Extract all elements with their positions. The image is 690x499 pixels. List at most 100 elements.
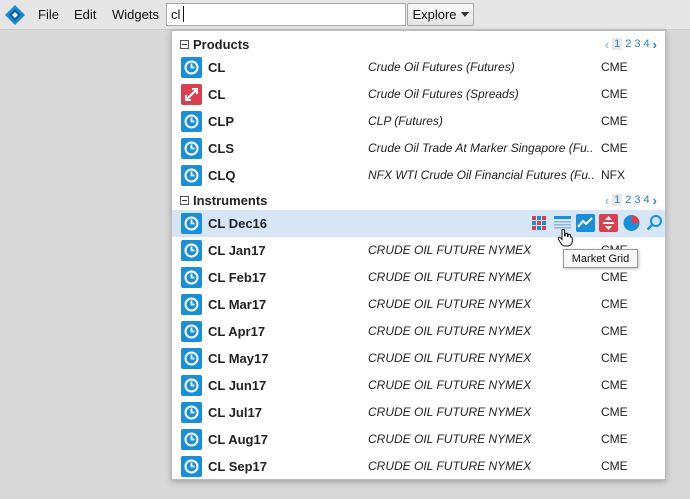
product-row[interactable]: CLQ NFX WTI Crude Oil Financial Futures (… (172, 162, 665, 189)
product-description: NFX WTI Crude Oil Financial Futures (Fu.… (368, 168, 594, 182)
instrument-row[interactable]: CL Aug17 CRUDE OIL FUTURE NYMEX CME (172, 426, 665, 453)
instrument-symbol: CL Dec16 (208, 216, 268, 231)
pager-page[interactable]: 2 (625, 194, 631, 206)
product-symbol: CL (208, 87, 226, 102)
product-description: Crude Oil Trade At Marker Singapore (Fu.… (368, 141, 594, 155)
instrument-symbol: CL Mar17 (208, 297, 267, 312)
futures-icon (181, 111, 202, 132)
collapse-instruments-icon[interactable] (180, 195, 189, 205)
app-logo-icon[interactable] (5, 5, 25, 25)
instrument-description: CRUDE OIL FUTURE NYMEX (368, 297, 532, 311)
products-header: Products ‹ 1 2 3 4 › (172, 32, 665, 56)
instrument-row[interactable]: CL Feb17 CRUDE OIL FUTURE NYMEX CME (172, 264, 665, 291)
instrument-symbol: CL Sep17 (208, 459, 268, 474)
product-exchange: CME (601, 60, 628, 74)
instrument-exchange: CME (601, 297, 628, 311)
product-symbol: CL (208, 60, 226, 75)
pager-prev-icon[interactable]: ‹ (605, 37, 609, 52)
futures-icon (181, 375, 202, 396)
product-description: CLP (Futures) (368, 114, 443, 128)
spread-matrix-icon[interactable] (599, 214, 618, 232)
futures-icon (181, 321, 202, 342)
price-ladder-icon[interactable] (530, 214, 549, 232)
pager-page[interactable]: 4 (644, 38, 650, 50)
menu-widgets[interactable]: Widgets (112, 7, 159, 22)
spread-icon (181, 84, 202, 105)
product-row[interactable]: CLS Crude Oil Trade At Marker Singapore (… (172, 135, 665, 162)
product-row[interactable]: CLP CLP (Futures) CME (172, 108, 665, 135)
instrument-exchange: CME (601, 351, 628, 365)
product-description: Crude Oil Futures (Futures) (368, 60, 515, 74)
search-input[interactable] (166, 3, 406, 26)
pie-chart-icon[interactable] (622, 214, 641, 232)
product-exchange: CME (601, 141, 628, 155)
search-icon[interactable] (645, 214, 664, 232)
product-symbol: CLP (208, 114, 234, 129)
pager-page[interactable]: 3 (634, 194, 640, 206)
instrument-description: CRUDE OIL FUTURE NYMEX (368, 351, 532, 365)
pager-page[interactable]: 4 (644, 194, 650, 206)
product-description: Crude Oil Futures (Spreads) (368, 87, 519, 101)
product-exchange: CME (601, 114, 628, 128)
instrument-exchange: CME (601, 270, 628, 284)
instrument-description: CRUDE OIL FUTURE NYMEX (368, 378, 532, 392)
hand-cursor-icon (557, 229, 573, 247)
futures-icon (181, 429, 202, 450)
instruments-header: Instruments ‹ 1 2 3 4 › (172, 188, 665, 212)
instrument-row[interactable]: CL May17 CRUDE OIL FUTURE NYMEX CME (172, 345, 665, 372)
instrument-description: CRUDE OIL FUTURE NYMEX (368, 405, 532, 419)
instrument-exchange: CME (601, 405, 628, 419)
pager-prev-icon[interactable]: ‹ (605, 193, 609, 208)
instruments-title: Instruments (193, 192, 268, 208)
instrument-row-selected[interactable]: CL Dec16 (172, 210, 665, 237)
instrument-description: CRUDE OIL FUTURE NYMEX (368, 270, 532, 284)
futures-icon (181, 402, 202, 423)
menu-edit[interactable]: Edit (74, 7, 96, 22)
instrument-symbol: CL Apr17 (208, 324, 266, 339)
pager-page[interactable]: 3 (634, 38, 640, 50)
instruments-pager: ‹ 1 2 3 4 › (605, 193, 657, 208)
instrument-exchange: CME (601, 432, 628, 446)
product-exchange: CME (601, 87, 628, 101)
explore-label: Explore (412, 7, 457, 22)
instrument-symbol: CL Jun17 (208, 378, 267, 393)
menu-file[interactable]: File (38, 7, 59, 22)
chart-icon[interactable] (576, 214, 595, 232)
futures-icon (181, 456, 202, 477)
instrument-symbol: CL Jul17 (208, 405, 262, 420)
pager-next-icon[interactable]: › (653, 193, 657, 208)
instrument-description: CRUDE OIL FUTURE NYMEX (368, 432, 532, 446)
row-actions (530, 214, 664, 232)
instrument-row[interactable]: CL Jul17 CRUDE OIL FUTURE NYMEX CME (172, 399, 665, 426)
instrument-row[interactable]: CL Jun17 CRUDE OIL FUTURE NYMEX CME (172, 372, 665, 399)
instrument-exchange: CME (601, 378, 628, 392)
pager-page[interactable]: 1 (612, 38, 623, 50)
pager-page[interactable]: 1 (612, 194, 623, 206)
product-row[interactable]: CL Crude Oil Futures (Spreads) CME (172, 81, 665, 108)
instrument-symbol: CL Jan17 (208, 243, 266, 258)
top-toolbar: File Edit Widgets Explore (0, 0, 690, 30)
product-symbol: CLS (208, 141, 234, 156)
futures-icon (181, 165, 202, 186)
instrument-row[interactable]: CL Apr17 CRUDE OIL FUTURE NYMEX CME (172, 318, 665, 345)
instrument-row[interactable]: CL Sep17 CRUDE OIL FUTURE NYMEX CME (172, 453, 665, 480)
instrument-symbol: CL May17 (208, 351, 269, 366)
instrument-row[interactable]: CL Mar17 CRUDE OIL FUTURE NYMEX CME (172, 291, 665, 318)
explore-button[interactable]: Explore (407, 3, 474, 26)
futures-icon (181, 267, 202, 288)
instrument-symbol: CL Aug17 (208, 432, 268, 447)
instrument-description: CRUDE OIL FUTURE NYMEX (368, 459, 532, 473)
product-exchange: NFX (601, 168, 625, 182)
instrument-exchange: CME (601, 324, 628, 338)
products-title: Products (193, 36, 250, 52)
collapse-products-icon[interactable] (180, 39, 189, 49)
pager-next-icon[interactable]: › (653, 37, 657, 52)
instrument-description: CRUDE OIL FUTURE NYMEX (368, 324, 532, 338)
text-caret (183, 6, 184, 22)
pager-page[interactable]: 2 (625, 38, 631, 50)
futures-icon (181, 213, 202, 234)
instrument-symbol: CL Feb17 (208, 270, 267, 285)
futures-icon (181, 240, 202, 261)
product-symbol: CLQ (208, 168, 236, 183)
product-row[interactable]: CL Crude Oil Futures (Futures) CME (172, 54, 665, 81)
